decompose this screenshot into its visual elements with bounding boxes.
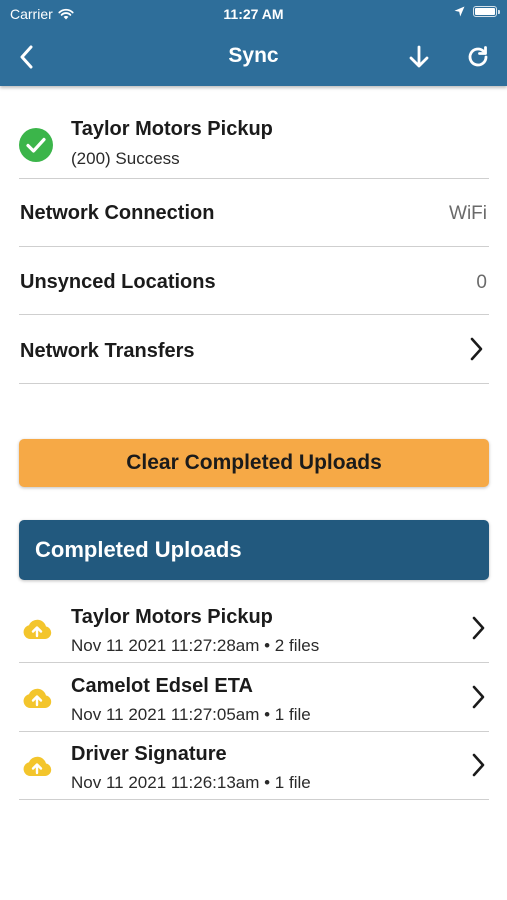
network-connection-row: Network Connection WiFi	[19, 179, 489, 247]
refresh-button[interactable]	[461, 40, 495, 74]
app-header: Carrier 11:27 AM Sync	[0, 0, 507, 86]
upload-row[interactable]: Camelot Edsel ETA Nov 11 2021 11:27:05am…	[19, 663, 489, 732]
check-circle-icon	[19, 128, 53, 162]
nav-bar: Sync	[0, 30, 507, 82]
status-bar: Carrier 11:27 AM	[0, 0, 507, 28]
completed-uploads-title: Completed Uploads	[35, 537, 242, 562]
status-right-icons	[454, 6, 500, 17]
network-transfers-label: Network Transfers	[20, 340, 195, 362]
battery-icon	[473, 6, 500, 17]
unsynced-locations-row: Unsynced Locations 0	[19, 247, 489, 315]
sync-status-title: Taylor Motors Pickup	[71, 118, 273, 140]
download-button[interactable]	[402, 40, 436, 74]
clear-completed-uploads-button[interactable]: Clear Completed Uploads	[19, 439, 489, 487]
upload-title: Camelot Edsel ETA	[71, 675, 253, 697]
unsynced-locations-label: Unsynced Locations	[20, 271, 216, 293]
status-time: 11:27 AM	[223, 6, 284, 22]
network-connection-value: WiFi	[449, 203, 487, 224]
chevron-right-icon	[472, 616, 485, 640]
arrow-down-icon	[409, 45, 429, 68]
refresh-icon	[468, 46, 488, 67]
cloud-upload-icon	[23, 756, 52, 776]
upload-meta: Nov 11 2021 11:27:05am • 1 file	[71, 705, 311, 724]
upload-title: Driver Signature	[71, 743, 227, 765]
completed-uploads-header: Completed Uploads	[19, 520, 489, 580]
network-transfers-row[interactable]: Network Transfers	[19, 315, 489, 384]
location-arrow-icon	[454, 6, 465, 17]
cloud-upload-icon	[23, 619, 52, 639]
upload-row[interactable]: Taylor Motors Pickup Nov 11 2021 11:27:2…	[19, 594, 489, 663]
cloud-upload-icon	[23, 688, 52, 708]
chevron-right-icon	[470, 337, 483, 361]
upload-meta: Nov 11 2021 11:26:13am • 1 file	[71, 773, 311, 792]
sync-status-subtitle: (200) Success	[71, 149, 180, 168]
network-connection-label: Network Connection	[20, 202, 215, 224]
upload-title: Taylor Motors Pickup	[71, 606, 273, 628]
chevron-right-icon	[472, 685, 485, 709]
chevron-right-icon	[472, 753, 485, 777]
unsynced-locations-value: 0	[476, 272, 487, 293]
upload-row[interactable]: Driver Signature Nov 11 2021 11:26:13am …	[19, 731, 489, 800]
sync-status-row: Taylor Motors Pickup (200) Success	[19, 104, 489, 179]
upload-meta: Nov 11 2021 11:27:28am • 2 files	[71, 636, 320, 655]
clear-completed-uploads-label: Clear Completed Uploads	[126, 451, 382, 474]
